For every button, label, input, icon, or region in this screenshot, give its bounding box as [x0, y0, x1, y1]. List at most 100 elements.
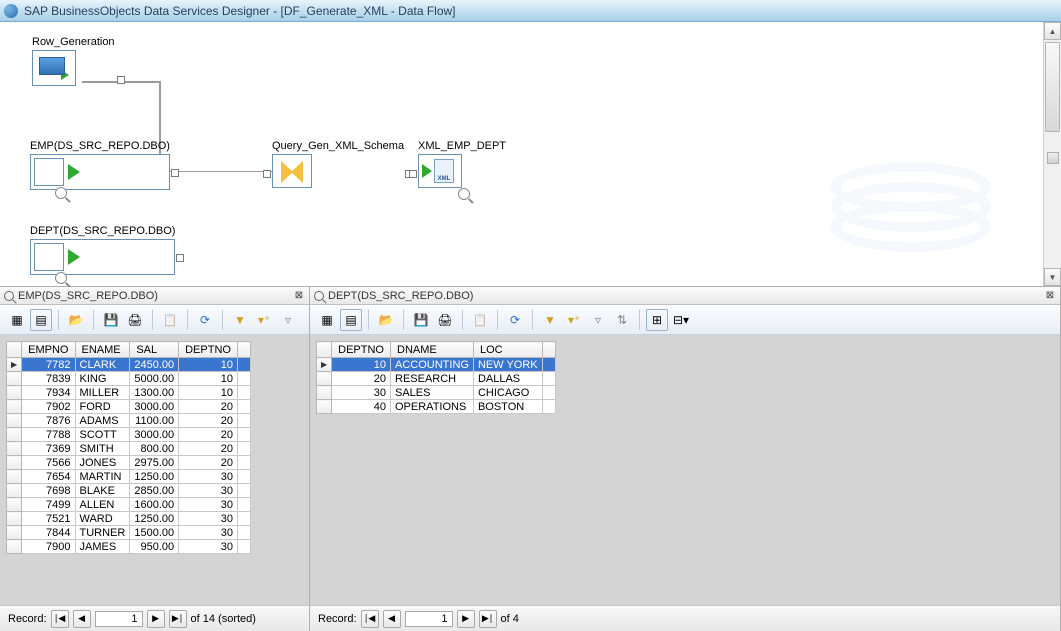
dept-grid-area[interactable]: DEPTNODNAMELOC10ACCOUNTINGNEW YORK20RESE… [310, 335, 1060, 605]
cell[interactable]: 1100.00 [130, 414, 179, 428]
grid-view-button[interactable]: ▦ [6, 309, 28, 331]
cell[interactable]: 20 [179, 400, 238, 414]
port-in[interactable] [263, 170, 271, 178]
print-button[interactable]: 🖨 [124, 309, 146, 331]
cell[interactable]: ACCOUNTING [391, 358, 474, 372]
cell[interactable]: 950.00 [130, 540, 179, 554]
cell[interactable]: 7654 [22, 470, 75, 484]
cell[interactable]: 30 [179, 498, 238, 512]
nav-prev-button[interactable]: ◀ [73, 610, 91, 628]
cell[interactable]: 7934 [22, 386, 75, 400]
cell[interactable]: 30 [179, 540, 238, 554]
copy-button[interactable]: 📋 [159, 309, 181, 331]
cell[interactable]: 7698 [22, 484, 75, 498]
cell[interactable]: FORD [75, 400, 130, 414]
cell[interactable]: SCOTT [75, 428, 130, 442]
node-emp-source[interactable]: EMP(DS_SRC_REPO.DBO) [30, 140, 170, 190]
magnify-icon[interactable] [458, 188, 470, 200]
cell[interactable]: 20 [179, 428, 238, 442]
port-in[interactable] [409, 170, 417, 178]
cell[interactable]: JONES [75, 456, 130, 470]
scroll-down-button[interactable]: ▼ [1044, 268, 1061, 286]
cell[interactable]: 1500.00 [130, 526, 179, 540]
panel-close-button[interactable]: ⊠ [293, 290, 305, 302]
cell[interactable]: OPERATIONS [391, 400, 474, 414]
cell[interactable]: 7876 [22, 414, 75, 428]
table-row[interactable]: 7782CLARK2450.0010 [7, 358, 251, 372]
table-row[interactable]: 7839KING5000.0010 [7, 372, 251, 386]
table-row[interactable]: 7566JONES2975.0020 [7, 456, 251, 470]
cell[interactable]: BOSTON [473, 400, 542, 414]
table-row[interactable]: 7900JAMES950.0030 [7, 540, 251, 554]
magnify-icon[interactable] [55, 272, 67, 284]
cell[interactable]: JAMES [75, 540, 130, 554]
table-row[interactable]: 20RESEARCHDALLAS [317, 372, 556, 386]
cell[interactable]: 7844 [22, 526, 75, 540]
cell[interactable]: CLARK [75, 358, 130, 372]
profile-button[interactable]: ⊞ [646, 309, 668, 331]
refresh-button[interactable]: ⟳ [504, 309, 526, 331]
form-view-button[interactable]: ▤ [340, 309, 362, 331]
port-out[interactable] [117, 76, 125, 84]
column-header[interactable]: SAL [130, 342, 179, 358]
cell[interactable]: 1250.00 [130, 512, 179, 526]
cell[interactable]: 3000.00 [130, 428, 179, 442]
table-row[interactable]: 7934MILLER1300.0010 [7, 386, 251, 400]
cell[interactable]: 30 [332, 386, 391, 400]
table-row[interactable]: 10ACCOUNTINGNEW YORK [317, 358, 556, 372]
filter-button[interactable]: ▼ [539, 309, 561, 331]
cell[interactable]: 2850.00 [130, 484, 179, 498]
node-dept-source[interactable]: DEPT(DS_SRC_REPO.DBO) [30, 225, 175, 275]
column-header[interactable]: EMPNO [22, 342, 75, 358]
cell[interactable]: 7839 [22, 372, 75, 386]
nav-current-input[interactable] [95, 611, 143, 627]
cell[interactable]: TURNER [75, 526, 130, 540]
table-row[interactable]: 7788SCOTT3000.0020 [7, 428, 251, 442]
cell[interactable]: 40 [332, 400, 391, 414]
profile-options-button[interactable]: ⊟▾ [670, 309, 692, 331]
cell[interactable]: ADAMS [75, 414, 130, 428]
print-button[interactable]: 🖨 [434, 309, 456, 331]
nav-last-button[interactable]: ▶∣ [479, 610, 497, 628]
filter-sort-button[interactable]: ⇅ [611, 309, 633, 331]
cell[interactable]: 7900 [22, 540, 75, 554]
open-button[interactable]: 📂 [375, 309, 397, 331]
cell[interactable]: 30 [179, 470, 238, 484]
panel-close-button[interactable]: ⊠ [1044, 290, 1056, 302]
cell[interactable]: 7369 [22, 442, 75, 456]
cell[interactable]: 7788 [22, 428, 75, 442]
table-row[interactable]: 7698BLAKE2850.0030 [7, 484, 251, 498]
filter-clear-button[interactable]: ▿ [277, 309, 299, 331]
table-row[interactable]: 7654MARTIN1250.0030 [7, 470, 251, 484]
cell[interactable]: KING [75, 372, 130, 386]
save-button[interactable]: 💾 [100, 309, 122, 331]
cell[interactable]: 7566 [22, 456, 75, 470]
nav-prev-button[interactable]: ◀ [383, 610, 401, 628]
cell[interactable]: 20 [179, 414, 238, 428]
cell[interactable]: 30 [179, 526, 238, 540]
column-header[interactable]: ENAME [75, 342, 130, 358]
cell[interactable]: 5000.00 [130, 372, 179, 386]
nav-first-button[interactable]: ∣◀ [361, 610, 379, 628]
column-header[interactable]: DEPTNO [332, 342, 391, 358]
emp-grid-area[interactable]: EMPNOENAMESALDEPTNO7782CLARK2450.0010783… [0, 335, 309, 605]
emp-data-table[interactable]: EMPNOENAMESALDEPTNO7782CLARK2450.0010783… [6, 341, 251, 554]
cell[interactable]: 10 [179, 358, 238, 372]
scroll-up-button[interactable]: ▲ [1044, 22, 1061, 40]
filter-add-button[interactable]: ▾⁺ [253, 309, 275, 331]
open-button[interactable]: 📂 [65, 309, 87, 331]
column-header[interactable]: DEPTNO [179, 342, 238, 358]
save-button[interactable]: 💾 [410, 309, 432, 331]
cell[interactable]: 30 [179, 484, 238, 498]
cell[interactable]: 800.00 [130, 442, 179, 456]
dept-data-table[interactable]: DEPTNODNAMELOC10ACCOUNTINGNEW YORK20RESE… [316, 341, 556, 414]
cell[interactable]: 7499 [22, 498, 75, 512]
table-row[interactable]: 7521WARD1250.0030 [7, 512, 251, 526]
grid-view-button[interactable]: ▦ [316, 309, 338, 331]
table-row[interactable]: 7499ALLEN1600.0030 [7, 498, 251, 512]
table-row[interactable]: 40OPERATIONSBOSTON [317, 400, 556, 414]
cell[interactable]: 7782 [22, 358, 75, 372]
table-row[interactable]: 7876ADAMS1100.0020 [7, 414, 251, 428]
cell[interactable]: 20 [179, 456, 238, 470]
table-row[interactable]: 7844TURNER1500.0030 [7, 526, 251, 540]
